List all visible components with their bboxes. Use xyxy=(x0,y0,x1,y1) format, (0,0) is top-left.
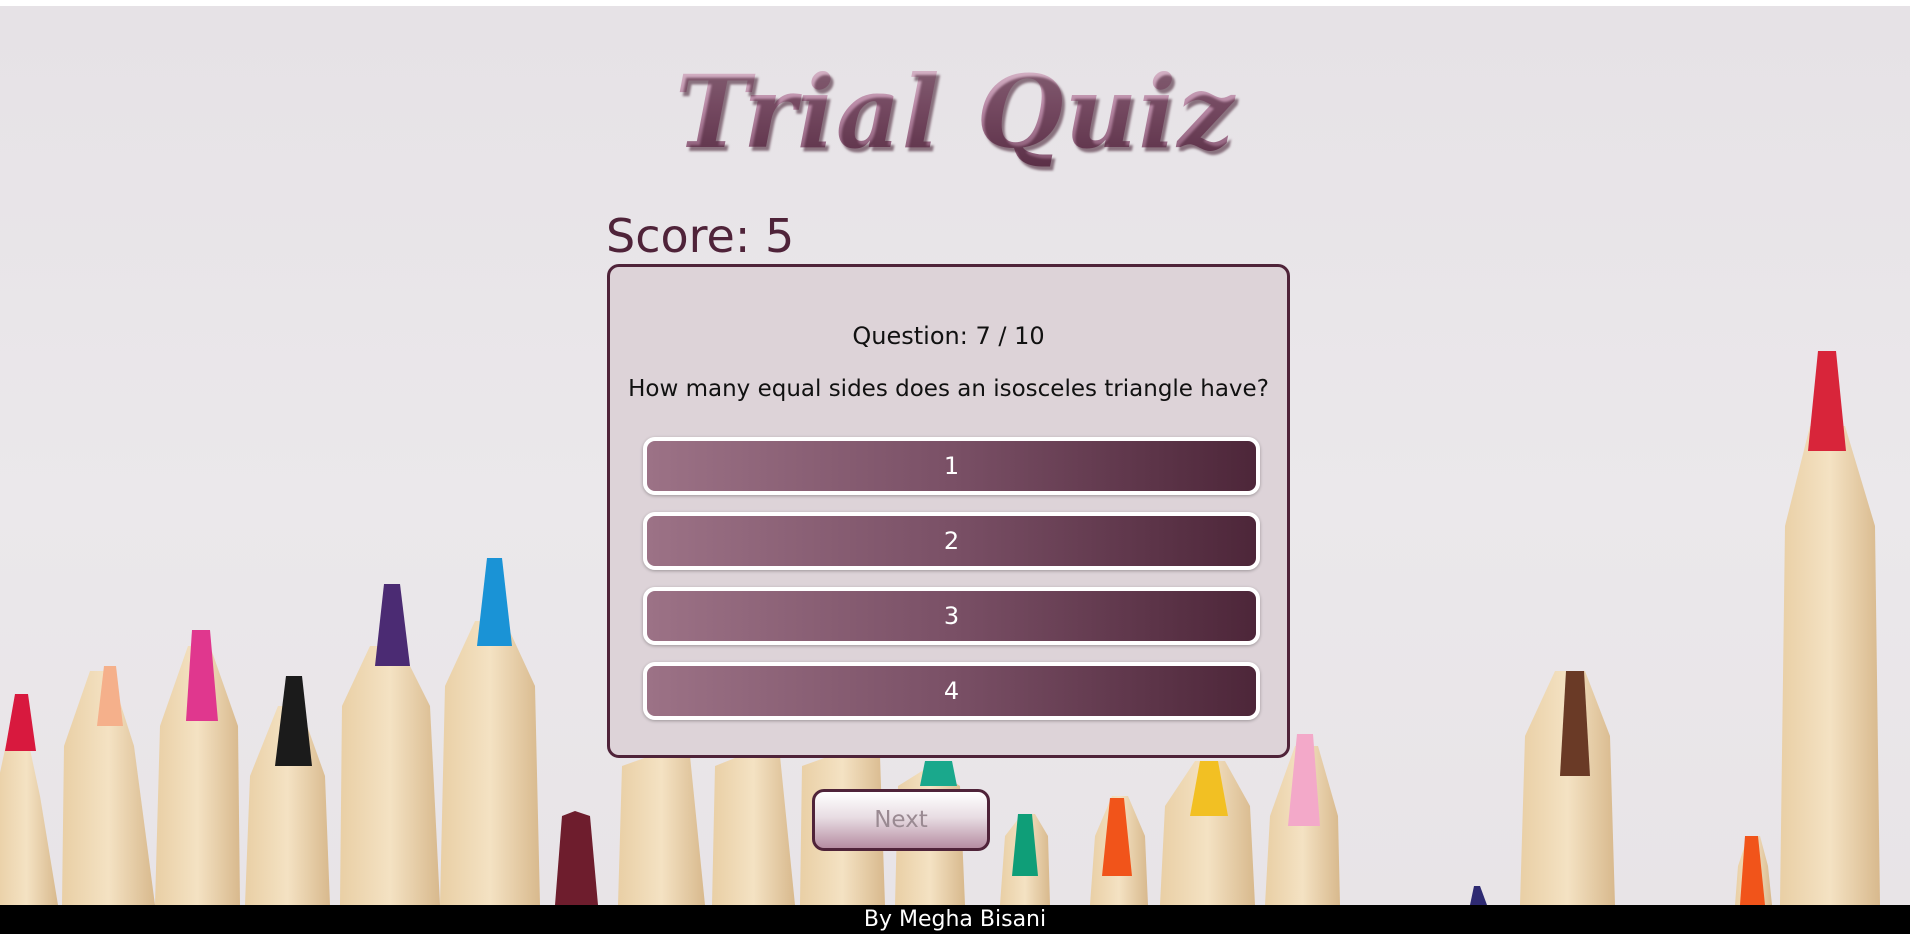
pencil-pink xyxy=(155,630,240,905)
pencil-black xyxy=(245,676,330,905)
footer-credit: By Megha Bisani xyxy=(0,905,1910,934)
pencil-peach xyxy=(62,666,155,905)
pencil-maroon xyxy=(555,811,598,905)
pencil-green xyxy=(1000,814,1050,905)
pencil-plain-2 xyxy=(712,756,795,905)
answer-option-2[interactable]: 2 xyxy=(643,512,1260,570)
pencil-yellow xyxy=(1160,761,1255,905)
question-text: How many equal sides does an isosceles t… xyxy=(628,376,1269,402)
question-card: Question: 7 / 10 How many equal sides do… xyxy=(607,264,1290,758)
question-counter: Question: 7 / 10 xyxy=(852,322,1045,350)
answer-option-4[interactable]: 4 xyxy=(643,662,1260,720)
pencil-orange-small xyxy=(1735,836,1772,905)
answer-option-3[interactable]: 3 xyxy=(643,587,1260,645)
pencil-blue xyxy=(440,558,540,905)
pencil-light-pink xyxy=(1265,734,1340,905)
pencil-purple xyxy=(340,584,440,905)
pencil-navy xyxy=(1470,886,1487,905)
answer-option-1[interactable]: 1 xyxy=(643,437,1260,495)
next-button[interactable]: Next xyxy=(812,789,990,851)
quiz-title: Trial Quiz xyxy=(0,52,1910,172)
score-label: Score: 5 xyxy=(606,209,795,263)
pencil-orange xyxy=(1090,796,1148,905)
pencil-red xyxy=(0,694,58,905)
pencil-plain-1 xyxy=(618,756,705,905)
pencil-tall-red xyxy=(1780,351,1880,905)
pencil-brown xyxy=(1520,671,1615,905)
